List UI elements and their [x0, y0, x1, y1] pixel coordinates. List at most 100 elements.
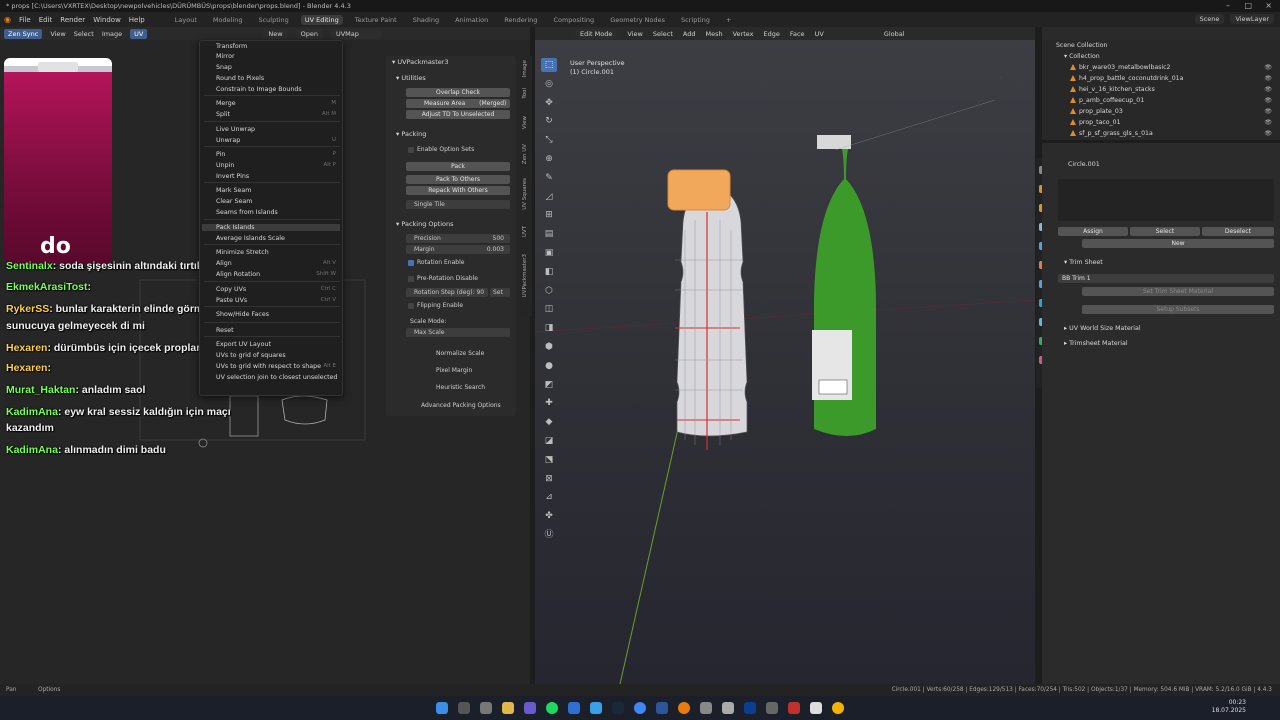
- advanced-packing-options[interactable]: Advanced Packing Options: [421, 402, 501, 409]
- sidebar-tab-zen-uv[interactable]: Zen UV: [522, 144, 528, 164]
- menu-item-seams-from-islands[interactable]: Seams from Islands: [216, 209, 340, 216]
- outliner-item[interactable]: bkr_ware03_metalbowlbasic2: [1070, 64, 1170, 71]
- adjust-td-button[interactable]: Adjust TD To Unselected: [406, 110, 510, 119]
- grid-icon[interactable]: ⊠: [541, 472, 557, 486]
- inset-icon[interactable]: ▣: [541, 246, 557, 260]
- precision-field[interactable]: Precision 500: [406, 234, 510, 243]
- poly-build-icon[interactable]: ◨: [541, 321, 557, 335]
- margin-field[interactable]: Margin 0.003: [406, 245, 510, 254]
- menu-item-reset[interactable]: Reset: [216, 327, 340, 334]
- vp-menu-vertex[interactable]: Vertex: [733, 30, 754, 38]
- menu-item-show-hide-faces[interactable]: Show/Hide Faces: [216, 311, 340, 318]
- pack-button[interactable]: Pack: [406, 162, 510, 171]
- trim-sheet-header[interactable]: ▾ Trim Sheet: [1064, 259, 1103, 266]
- object-name[interactable]: Circle.001: [1068, 161, 1100, 168]
- deselect-button[interactable]: Deselect: [1202, 227, 1274, 236]
- material-slot-list[interactable]: [1058, 179, 1274, 221]
- extrude-icon[interactable]: ▤: [541, 227, 557, 241]
- menu-item-pin[interactable]: Pin P: [216, 151, 340, 158]
- pack-to-others-button[interactable]: Pack To Others: [406, 175, 510, 184]
- menu-item-average-islands-scale[interactable]: Average Islands Scale: [216, 235, 340, 242]
- menu-render[interactable]: Render: [60, 16, 85, 24]
- menu-item-round-to-pixels[interactable]: Round to Pixels: [216, 75, 340, 82]
- repack-with-others-button[interactable]: Repack With Others: [406, 186, 510, 195]
- uv-menu-select[interactable]: Select: [74, 30, 94, 38]
- steam-icon[interactable]: [612, 702, 624, 714]
- menu-item-constrain-to-image-bounds[interactable]: Constrain to Image Bounds: [216, 86, 340, 93]
- outliner-item[interactable]: prop_plate_03: [1070, 108, 1123, 115]
- sidebar-tab-uvt[interactable]: UVT: [522, 226, 528, 237]
- assign-button[interactable]: Assign: [1058, 227, 1128, 236]
- vp-menu-mesh[interactable]: Mesh: [705, 30, 722, 38]
- menu-item-copy-uvs[interactable]: Copy UVs Ctrl C: [216, 286, 340, 293]
- visibility-eye-icon[interactable]: 👁: [1264, 108, 1272, 115]
- measure-area-button[interactable]: Measure Area (Merged): [406, 99, 510, 108]
- menu-item-mirror[interactable]: Mirror: [216, 53, 340, 60]
- zen-uv-icon[interactable]: Ⓤ: [541, 528, 557, 542]
- scene-collection[interactable]: Scene Collection: [1056, 42, 1107, 49]
- sidebar-tab-tool[interactable]: Tool: [522, 88, 528, 99]
- visibility-eye-icon[interactable]: 👁: [1264, 130, 1272, 137]
- menu-item-clear-seam[interactable]: Clear Seam: [216, 198, 340, 205]
- single-tile-selector[interactable]: Single Tile: [406, 200, 510, 209]
- minimize-icon[interactable]: –: [1226, 0, 1230, 12]
- utilities-header[interactable]: ▾ Utilities: [396, 74, 426, 82]
- menu-item-transform[interactable]: Transform: [216, 43, 340, 50]
- bevel-icon[interactable]: ◧: [541, 265, 557, 279]
- new-image-button[interactable]: New: [263, 28, 288, 39]
- vp-menu-add[interactable]: Add: [683, 30, 696, 38]
- add-cube-icon[interactable]: ⊞: [541, 208, 557, 222]
- uv-menu-image[interactable]: Image: [102, 30, 122, 38]
- outliner-item[interactable]: sf_p_sf_grass_gls_s_01a: [1070, 130, 1153, 137]
- vp-menu-view[interactable]: View: [627, 30, 642, 38]
- outliner-item[interactable]: hei_v_16_kitchen_stacks: [1070, 86, 1155, 93]
- select-box-icon[interactable]: ⬚: [541, 58, 557, 72]
- tab-rendering[interactable]: Rendering: [500, 15, 541, 25]
- menu-item-align-rotation[interactable]: Align Rotation Shift W: [216, 271, 340, 278]
- spotify-icon[interactable]: [546, 702, 558, 714]
- sidebar-tab-uv-squares[interactable]: UV Squares: [522, 178, 528, 210]
- menu-item-snap[interactable]: Snap: [216, 64, 340, 71]
- view-layer-selector[interactable]: ViewLayer: [1230, 14, 1274, 24]
- app-icon-1[interactable]: [480, 702, 492, 714]
- edge-slide-icon[interactable]: ◩: [541, 378, 557, 392]
- setup-subsets-button[interactable]: Setup Subsets: [1082, 305, 1274, 314]
- menu-edit[interactable]: Edit: [39, 16, 53, 24]
- photoshop-icon[interactable]: [744, 702, 756, 714]
- trimsheet-material-header[interactable]: ▸ Trimsheet Material: [1064, 340, 1128, 347]
- visibility-eye-icon[interactable]: 👁: [1264, 119, 1272, 126]
- menu-item-uv-selection-join-to-closest-unselected[interactable]: UV selection join to closest unselected: [216, 374, 340, 381]
- uv-menu-view[interactable]: View: [50, 30, 65, 38]
- menu-item-unwrap[interactable]: Unwrap U: [216, 137, 340, 144]
- spin-icon[interactable]: ⬢: [541, 340, 557, 354]
- shear-icon[interactable]: ◆: [541, 415, 557, 429]
- menu-window[interactable]: Window: [93, 16, 121, 24]
- scene-selector[interactable]: Scene: [1194, 14, 1225, 24]
- tab-geometry-nodes[interactable]: Geometry Nodes: [606, 15, 669, 25]
- menu-item-align[interactable]: Align Alt V: [216, 260, 340, 267]
- flipping-enable-checkbox[interactable]: Flipping Enable: [408, 302, 463, 309]
- blender-logo-icon[interactable]: ◉: [4, 15, 11, 24]
- move-icon[interactable]: ✥: [541, 96, 557, 110]
- overlap-check-button[interactable]: Overlap Check: [406, 88, 510, 97]
- app-icon-9[interactable]: [788, 702, 800, 714]
- measure-icon[interactable]: ◿: [541, 190, 557, 204]
- tab-animation[interactable]: Animation: [451, 15, 492, 25]
- zen-sync-button[interactable]: Zen Sync: [4, 28, 43, 39]
- taskbar-clock[interactable]: 00:23 18.07.2025: [1212, 699, 1246, 715]
- uvmap-selector[interactable]: UVMap: [330, 28, 381, 39]
- menu-item-uvs-to-grid-with-respect-to-shape[interactable]: UVs to grid with respect to shape Alt E: [216, 363, 340, 370]
- rotation-enable-checkbox[interactable]: Rotation Enable: [408, 259, 464, 266]
- outliner-item[interactable]: h4_prop_battle_coconutdrink_01a: [1070, 75, 1183, 82]
- loop-cut-icon[interactable]: ⬡: [541, 284, 557, 298]
- pattern-icon[interactable]: ✤: [541, 509, 557, 523]
- uv-tool-icon[interactable]: ⬔: [541, 453, 557, 467]
- menu-item-paste-uvs[interactable]: Paste UVs Ctrl V: [216, 297, 340, 304]
- tab-sculpting[interactable]: Sculpting: [254, 15, 292, 25]
- orientation-selector[interactable]: Global: [884, 30, 905, 38]
- scale-icon[interactable]: ⤡: [541, 133, 557, 147]
- pixel-margin-toggle[interactable]: Pixel Margin: [436, 367, 472, 374]
- app-icon-3[interactable]: [568, 702, 580, 714]
- search-icon[interactable]: [458, 702, 470, 714]
- new-material-button[interactable]: New: [1082, 239, 1274, 248]
